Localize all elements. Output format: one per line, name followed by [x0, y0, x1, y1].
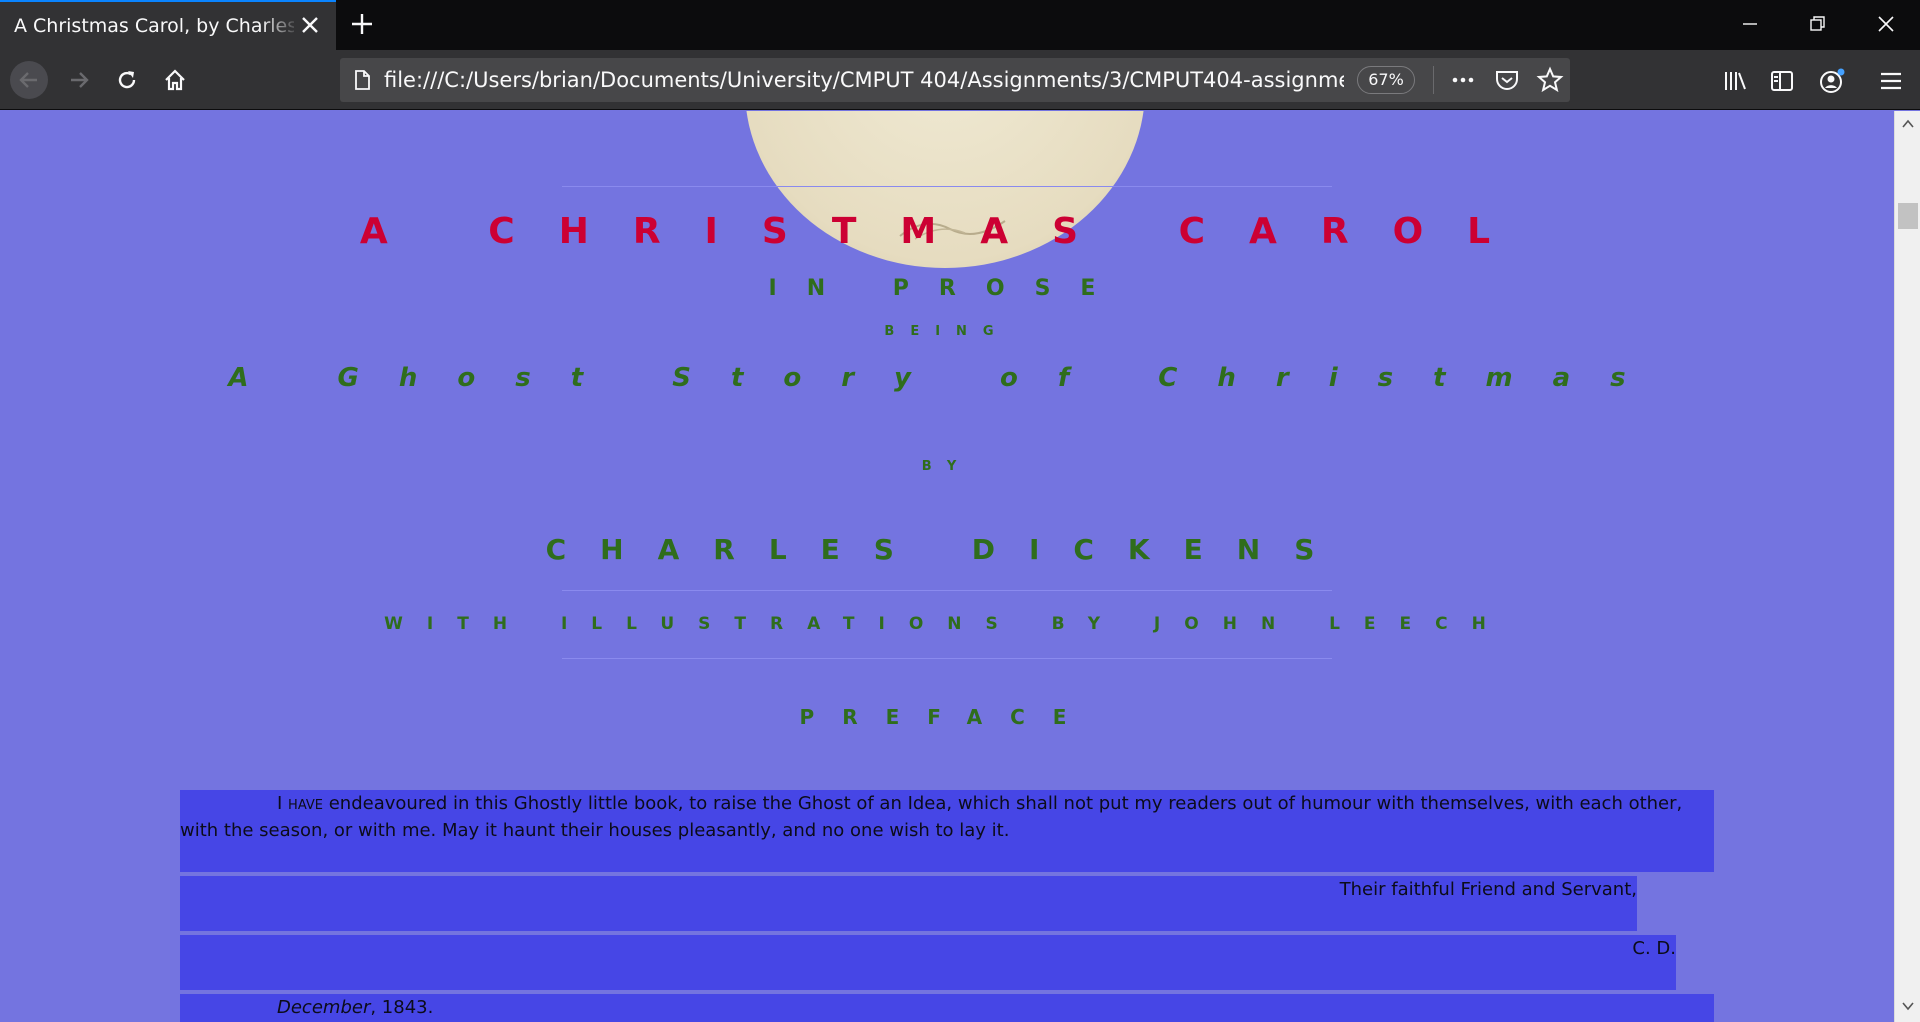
back-arrow-icon — [19, 72, 37, 88]
being-label: BEING — [884, 324, 1010, 339]
initials-text: C. D. — [1632, 938, 1676, 959]
pocket-icon[interactable] — [1494, 68, 1520, 92]
restore-icon[interactable] — [1803, 10, 1831, 38]
author-name: CHARLES DICKENS — [545, 533, 1349, 566]
tab-title-fade — [260, 2, 300, 48]
date-month: December — [277, 997, 371, 1018]
date-text: December, 1843. — [277, 994, 433, 1021]
illustrations-credit: WITH ILLUSTRATIONS BY JOHN LEECH — [384, 614, 1510, 634]
signature-block: Their faithful Friend and Servant, — [180, 876, 1637, 931]
minimize-icon[interactable] — [1736, 10, 1764, 38]
preface-text: I have endeavoured in this Ghostly littl… — [180, 790, 1714, 844]
book-subtitle: IN PROSE — [768, 276, 1126, 301]
home-button[interactable] — [156, 61, 194, 99]
ghost-story-subtitle: A Ghost Story of Christmas — [228, 363, 1666, 393]
close-window-icon[interactable] — [1872, 10, 1900, 38]
forward-button[interactable] — [60, 61, 98, 99]
sidebar-icon[interactable] — [1769, 68, 1795, 94]
vertical-scrollbar[interactable] — [1894, 111, 1920, 1022]
close-icon[interactable] — [298, 13, 322, 37]
date-block: December, 1843. — [180, 994, 1714, 1022]
by-label: BY — [921, 459, 973, 474]
divider — [562, 658, 1332, 659]
date-year: , 1843. — [370, 997, 434, 1018]
divider — [562, 590, 1332, 591]
address-bar[interactable]: file:///C:/Users/brian/Documents/Univers… — [340, 58, 1570, 102]
library-icon[interactable] — [1722, 68, 1748, 94]
forward-arrow-icon — [71, 72, 89, 88]
back-button[interactable] — [10, 61, 48, 99]
divider — [562, 186, 1332, 187]
book-title: A CHRISTMAS CAROL — [359, 211, 1535, 252]
chevron-up-icon[interactable] — [1901, 117, 1915, 131]
more-icon[interactable] — [1450, 68, 1476, 92]
signature-text: Their faithful Friend and Servant, — [1339, 879, 1637, 900]
preface-heading: PREFACE — [799, 705, 1095, 729]
preface-lead: I — [277, 793, 283, 814]
home-icon — [165, 69, 185, 91]
preface-paragraph: I have endeavoured in this Ghostly littl… — [180, 790, 1714, 872]
account-icon[interactable] — [1817, 66, 1847, 96]
tab-strip: A Christmas Carol, by Charles Dickens — [0, 0, 1920, 50]
navigation-toolbar: file:///C:/Users/brian/Documents/Univers… — [0, 50, 1920, 110]
tab-title: A Christmas Carol, by Charles Dickens — [14, 15, 294, 37]
page-content: A CHRISTMAS CAROL IN PROSE BEING A Ghost… — [0, 111, 1894, 1022]
zoom-level-button[interactable]: 67% — [1357, 66, 1415, 94]
plus-icon[interactable] — [348, 10, 376, 38]
url-text[interactable]: file:///C:/Users/brian/Documents/Univers… — [384, 68, 1344, 92]
url-separator — [1433, 66, 1434, 94]
reload-icon — [118, 71, 136, 89]
reload-button[interactable] — [108, 61, 146, 99]
initials-block: C. D. — [180, 935, 1676, 990]
preface-have: have — [288, 793, 323, 814]
active-tab[interactable]: A Christmas Carol, by Charles Dickens — [0, 0, 336, 50]
preface-body: endeavoured in this Ghostly little book,… — [180, 793, 1683, 841]
hamburger-menu-icon[interactable] — [1878, 68, 1904, 94]
page-icon — [355, 70, 370, 90]
scrollbar-thumb[interactable] — [1898, 203, 1918, 229]
chevron-down-icon[interactable] — [1901, 999, 1915, 1013]
star-icon[interactable] — [1536, 66, 1564, 94]
